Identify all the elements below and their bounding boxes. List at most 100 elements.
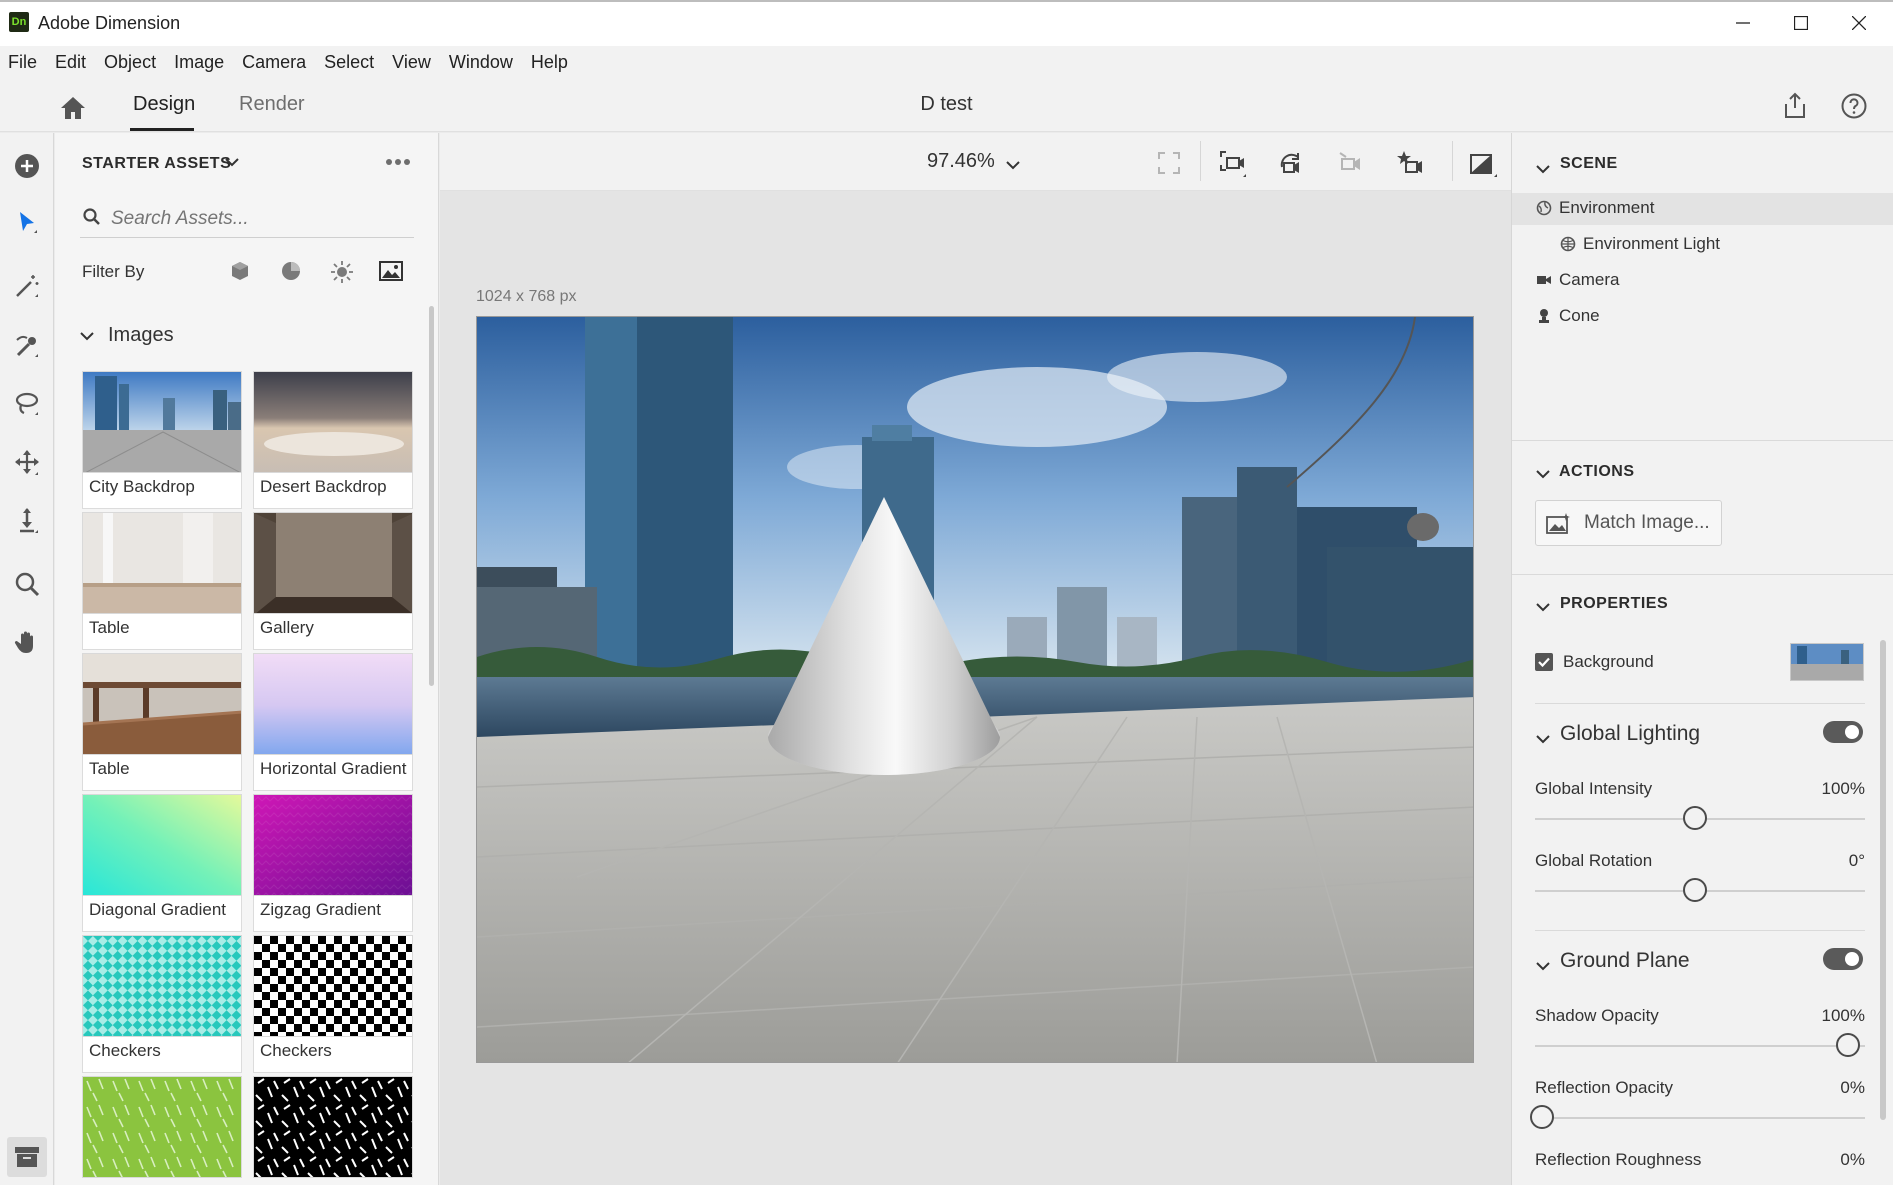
asset-thumbnail-zigzag-gradient[interactable]: [253, 794, 413, 896]
menu-object[interactable]: Object: [104, 52, 156, 73]
reflection-opacity-knob[interactable]: [1530, 1105, 1554, 1129]
reflection-opacity-slider[interactable]: [1535, 1117, 1865, 1119]
reflection-opacity-value: 0%: [1840, 1078, 1865, 1097]
close-button[interactable]: [1830, 6, 1888, 40]
canvas-dimensions: 1024 x 768 px: [476, 288, 577, 305]
asset-thumbnail-green-pattern[interactable]: [82, 1076, 242, 1178]
assets-more-button[interactable]: [385, 153, 411, 171]
background-thumbnail[interactable]: [1790, 643, 1864, 681]
material-icon: [282, 262, 300, 280]
add-circle-icon: [15, 154, 39, 178]
match-image-button[interactable]: Match Image...: [1535, 500, 1722, 546]
asset-thumbnail-gallery[interactable]: [253, 512, 413, 614]
home-button[interactable]: [58, 94, 88, 124]
pan-tool[interactable]: [9, 624, 45, 660]
dolly-tool-button[interactable]: [1336, 149, 1366, 184]
shadow-opacity-knob[interactable]: [1836, 1033, 1860, 1057]
lasso-tool[interactable]: [9, 386, 45, 422]
render-preview-icon: [1470, 154, 1497, 177]
scene-item-label: Camera: [1559, 270, 1620, 289]
assets-title[interactable]: STARTER ASSETS: [82, 155, 231, 173]
zoom-tool[interactable]: [9, 566, 45, 602]
globe-icon: [1536, 200, 1552, 216]
add-tool[interactable]: [9, 148, 45, 184]
asset-thumbnail-table-2[interactable]: [82, 653, 242, 755]
asset-thumbnail-city-backdrop[interactable]: [82, 371, 242, 473]
scene-item-label: Environment: [1559, 198, 1655, 217]
menu-image[interactable]: Image: [174, 52, 224, 73]
filter-images-button[interactable]: [379, 261, 403, 286]
bottom-panel-button[interactable]: [7, 1137, 47, 1177]
assets-scrollbar[interactable]: [429, 306, 434, 686]
help-icon: [1841, 93, 1867, 119]
filter-lights-button[interactable]: [330, 260, 354, 289]
menu-edit[interactable]: Edit: [55, 52, 86, 73]
ground-plane-title: Ground Plane: [1560, 949, 1690, 972]
tab-design[interactable]: Design: [133, 93, 195, 116]
move-tool[interactable]: [9, 444, 45, 480]
help-button[interactable]: [1841, 93, 1869, 121]
share-icon: [1785, 92, 1805, 118]
render-preview-button[interactable]: [1468, 149, 1498, 184]
global-lighting-collapse[interactable]: [1536, 731, 1550, 749]
maximize-button[interactable]: [1772, 6, 1830, 40]
asset-thumbnail-horizontal-gradient[interactable]: [253, 653, 413, 755]
asset-thumbnail-checkers-teal[interactable]: [82, 935, 242, 1037]
sample-tool[interactable]: [9, 328, 45, 364]
scene-viewport[interactable]: [476, 316, 1474, 1063]
chevron-down-icon: [1536, 735, 1550, 744]
menu-help[interactable]: Help: [531, 52, 568, 73]
background-checkbox[interactable]: [1535, 653, 1553, 671]
select-tool[interactable]: [9, 205, 45, 241]
bookmark-camera-button[interactable]: [1396, 149, 1426, 184]
asset-thumbnail-dash-pattern[interactable]: [253, 1076, 413, 1178]
properties-scrollbar[interactable]: [1880, 640, 1886, 1120]
filter-materials-button[interactable]: [280, 260, 302, 287]
menu-select[interactable]: Select: [324, 52, 374, 73]
share-button[interactable]: [1782, 92, 1812, 122]
camera-tool-button[interactable]: [1218, 149, 1248, 184]
images-collapse[interactable]: [80, 328, 94, 342]
asset-thumbnail-diagonal-gradient[interactable]: [82, 794, 242, 896]
toolbar-divider: [1452, 141, 1453, 181]
zoom-level[interactable]: 97.46%: [927, 150, 995, 173]
shadow-opacity-slider[interactable]: [1535, 1045, 1865, 1047]
asset-label: Horizontal Gradient: [253, 755, 413, 791]
global-rotation-knob[interactable]: [1683, 878, 1707, 902]
ground-plane-collapse[interactable]: [1536, 958, 1550, 976]
move-icon: [15, 450, 39, 475]
asset-thumbnail-desert-backdrop[interactable]: [253, 371, 413, 473]
global-intensity-knob[interactable]: [1683, 806, 1707, 830]
lasso-icon: [15, 392, 39, 415]
assets-dropdown[interactable]: [225, 154, 241, 170]
filter-models-button[interactable]: [229, 260, 251, 287]
app-logo: Dn: [9, 12, 29, 32]
minimize-button[interactable]: [1714, 6, 1772, 40]
zoom-dropdown[interactable]: [1006, 157, 1020, 175]
tab-render[interactable]: Render: [239, 93, 305, 116]
global-lighting-toggle[interactable]: [1823, 721, 1863, 743]
hand-icon: [14, 631, 33, 653]
scene-item-cone[interactable]: Cone: [1536, 306, 1600, 326]
scene-collapse[interactable]: [1536, 161, 1550, 179]
search-input[interactable]: [111, 206, 401, 232]
drop-to-ground-tool[interactable]: [9, 502, 45, 538]
properties-collapse[interactable]: [1536, 599, 1550, 617]
magic-wand-tool[interactable]: [9, 268, 45, 304]
actions-collapse[interactable]: [1536, 466, 1550, 484]
menu-window[interactable]: Window: [449, 52, 513, 73]
asset-thumbnail-table[interactable]: [82, 512, 242, 614]
asset-thumbnail-checkers-black[interactable]: [253, 935, 413, 1037]
ground-plane-toggle[interactable]: [1823, 948, 1863, 970]
frame-selection-button[interactable]: [1156, 150, 1182, 181]
reflection-roughness-label: Reflection Roughness: [1535, 1150, 1702, 1169]
menu-file[interactable]: File: [8, 52, 37, 73]
scene-item-environment-light[interactable]: Environment Light: [1560, 234, 1720, 254]
section-divider: [1535, 930, 1865, 931]
orbit-tool-button[interactable]: [1276, 149, 1306, 184]
scene-item-camera[interactable]: Camera: [1536, 270, 1619, 290]
menu-view[interactable]: View: [392, 52, 431, 73]
menu-camera[interactable]: Camera: [242, 52, 306, 73]
scene-item-environment[interactable]: Environment: [1536, 198, 1654, 218]
images-section-title: Images: [108, 324, 174, 346]
